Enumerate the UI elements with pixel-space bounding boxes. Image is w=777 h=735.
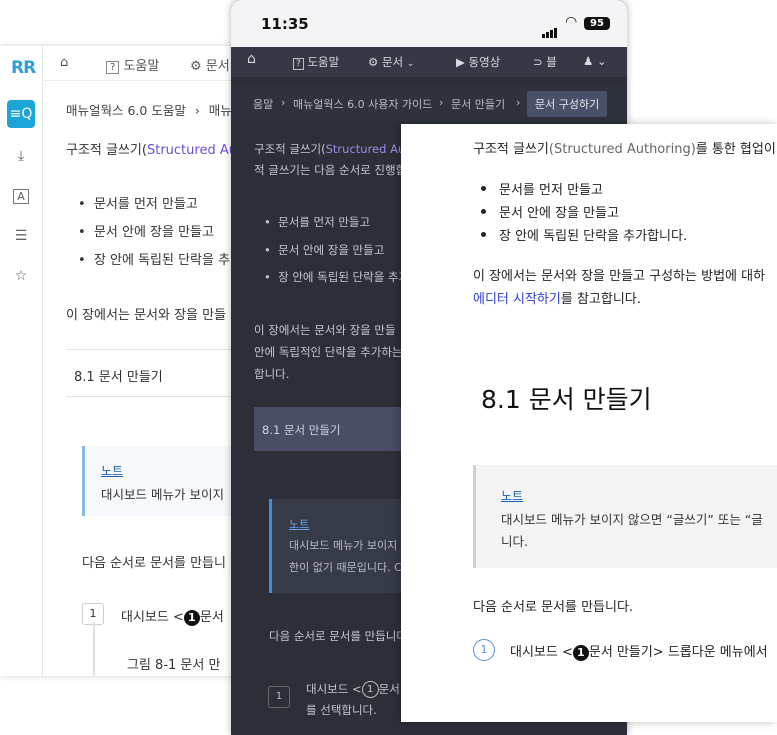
note-box: 노트 대시보드 메뉴가 보이지 (82, 446, 240, 516)
step-text: 대시보드 <1 문서 만들기> 드롭다운 메뉴에서 (510, 644, 768, 661)
chapter-text: 이 장에서는 문서와 장을 만들 (66, 308, 227, 323)
breadcrumb-item[interactable]: 매뉴 (209, 103, 232, 118)
list-item: 문서 안에 장을 만들고 (499, 206, 620, 221)
breadcrumb-item[interactable]: 문서 만들기 (451, 96, 505, 112)
figure-caption: 그림 8-1 문서 만 (127, 658, 221, 673)
home-icon[interactable]: ⌂ (60, 55, 68, 70)
note-box: 노트 대시보드 메뉴가 보이지 않으면 “글쓰기” 또는 “글 니다. (473, 465, 777, 568)
list-item: • 문서를 먼저 만들고 (264, 215, 371, 229)
list-item: • 장 안에 독립된 단락을 추가 (264, 270, 410, 284)
mobile-breadcrumb: 움말 › 매뉴얼웍스 6.0 사용자 가이드 › 문서 만들기 › 문서 구성하… (231, 85, 627, 121)
list-item: • 문서 안에 장을 만들고 (78, 225, 214, 240)
intro-text: 구조적 글쓰기(Structured Au (254, 142, 406, 156)
steps-intro: 다음 순서로 문서를 만듭니 (82, 556, 226, 571)
intro-text-line2: 적 글쓰기는 다음 순서로 진행합 (254, 163, 407, 177)
step-text: 대시보드 <1 문서 (121, 609, 224, 626)
breadcrumb-current: 문서 구성하기 (527, 91, 608, 117)
section-heading[interactable]: 8.1 문서 만들기 (66, 349, 240, 397)
help-button[interactable]: ? 도움말 (106, 55, 159, 74)
chevron-right-icon: › (194, 103, 200, 118)
bullet-dot (481, 186, 486, 191)
wifi-icon: ◠ (565, 14, 578, 30)
list-item: 문서를 먼저 만들고 (499, 183, 603, 198)
home-icon[interactable]: ⌂ (247, 51, 256, 67)
chevron-right-icon: › (516, 96, 521, 109)
step-text-line2: 를 선택합니다. (306, 703, 377, 717)
note-body: 대시보드 메뉴가 보이지 (289, 539, 398, 552)
gear-icon: ⚙ (368, 55, 379, 69)
menu-icon[interactable]: ☰ (7, 222, 35, 250)
video-button[interactable]: ▶ 동영상 (456, 54, 500, 70)
list-item: • 문서를 먼저 만들고 (78, 197, 198, 212)
step-badge: 1 (183, 609, 200, 626)
structured-authoring-link[interactable]: Structured Au (326, 142, 406, 156)
docs-button[interactable]: ⚙ 문서 (190, 55, 230, 74)
battery-icon: 95 (584, 17, 610, 30)
editor-start-link[interactable]: 에디터 시작하기 (473, 292, 561, 307)
mobile-nav: ⌂ ? 도움말 ⚙ 문서 ⌄ ▶ 동영상 ⊃ 블 ♟ ⌄ (231, 47, 627, 77)
note-body: 대시보드 메뉴가 보이지 (101, 487, 224, 502)
chevron-right-icon: › (439, 96, 444, 109)
help-icon: ? (106, 61, 120, 74)
steps-intro: 다음 순서로 문서를 만듭니다 (269, 629, 407, 643)
step-badge: 1 (572, 644, 589, 661)
desktop-topbar: ⌂ ? 도움말 ⚙ 문서 (42, 46, 240, 81)
bullet-dot (481, 209, 486, 214)
breadcrumb-item[interactable]: 매뉴얼웍스 6.0 도움말 (66, 103, 186, 118)
structured-authoring-link[interactable]: Structured Auth (147, 143, 240, 158)
download-icon[interactable]: ⤓ (7, 142, 35, 170)
chapter-text: 안에 독립적인 단락을 추가하는 (254, 345, 403, 359)
video-icon: ▶ (456, 55, 465, 69)
bullet-dot (481, 232, 486, 237)
note-body: 니다. (501, 534, 528, 549)
intro-text: 구조적 글쓰기(Structured Authoring)를 통한 협업이 (473, 142, 776, 157)
note-body: 대시보드 메뉴가 보이지 않으면 “글쓰기” 또는 “글 (501, 512, 763, 527)
steps-intro: 다음 순서로 문서를 만듭니다. (473, 600, 634, 615)
side-rail: RR ≡Q ⤓ A ☰ ☆ (0, 46, 43, 676)
rss-button[interactable]: ⊃ 블 (533, 54, 557, 70)
note-title: 노트 (101, 464, 124, 478)
step-text: 대시보드 <1 문서 (306, 681, 400, 698)
docs-button[interactable]: ⚙ 문서 ⌄ (368, 54, 414, 70)
list-item: • 장 안에 독립된 단락을 추 (78, 253, 231, 268)
gear-icon: ⚙ (190, 59, 202, 74)
rss-icon: ⊃ (533, 55, 543, 69)
chevron-down-icon: ⌄ (406, 59, 415, 69)
star-icon[interactable]: ☆ (7, 262, 35, 290)
chapter-text: 이 장에서는 문서와 장을 만들고 구성하는 방법에 대하 (473, 269, 766, 284)
figure-rule (93, 622, 95, 676)
search-list-icon[interactable]: ≡Q (7, 100, 35, 128)
status-bar: 11:35 ◠ 95 (231, 0, 627, 47)
note-title: 노트 (289, 518, 310, 531)
chapter-text-line2: 에디터 시작하기를 참고합니다. (473, 292, 641, 307)
chevron-right-icon: › (281, 96, 286, 109)
section-heading: 8.1 문서 만들기 (481, 385, 652, 414)
step-badge: 1 (361, 681, 379, 698)
user-icon[interactable]: ♟ ⌄ (583, 54, 607, 68)
signal-icon (542, 19, 558, 38)
intro-text: 구조적 글쓰기(Structured Auth (66, 139, 240, 158)
step-number: 1 (473, 639, 495, 661)
list-item: 장 안에 독립된 단락을 추가합니다. (499, 229, 688, 244)
list-item: • 문서 안에 장을 만들고 (264, 243, 385, 257)
help-button[interactable]: ? 도움말 (293, 54, 339, 70)
breadcrumb-item[interactable]: 움말 (253, 96, 273, 112)
breadcrumb: 매뉴얼웍스 6.0 도움말 › 매뉴 (66, 100, 232, 119)
clock: 11:35 (261, 15, 309, 33)
chapter-text: 이 장에서는 문서와 장을 만들 (254, 323, 396, 337)
desktop-window: RR ≡Q ⤓ A ☰ ☆ ⌂ ? 도움말 ⚙ 문서 매뉴얼웍스 6.0 도움말… (0, 46, 240, 676)
step-number: 1 (268, 686, 290, 708)
note-title: 노트 (501, 489, 524, 503)
chapter-text: 합니다. (254, 367, 290, 381)
font-icon[interactable]: A (7, 182, 35, 210)
zoomed-document: 구조적 글쓰기(Structured Authoring)를 통한 협업이 문서… (401, 124, 777, 722)
app-logo: RR (11, 58, 36, 78)
breadcrumb-item[interactable]: 매뉴얼웍스 6.0 사용자 가이드 (293, 96, 432, 112)
note-body: 한이 없기 때문입니다. C (289, 561, 402, 574)
